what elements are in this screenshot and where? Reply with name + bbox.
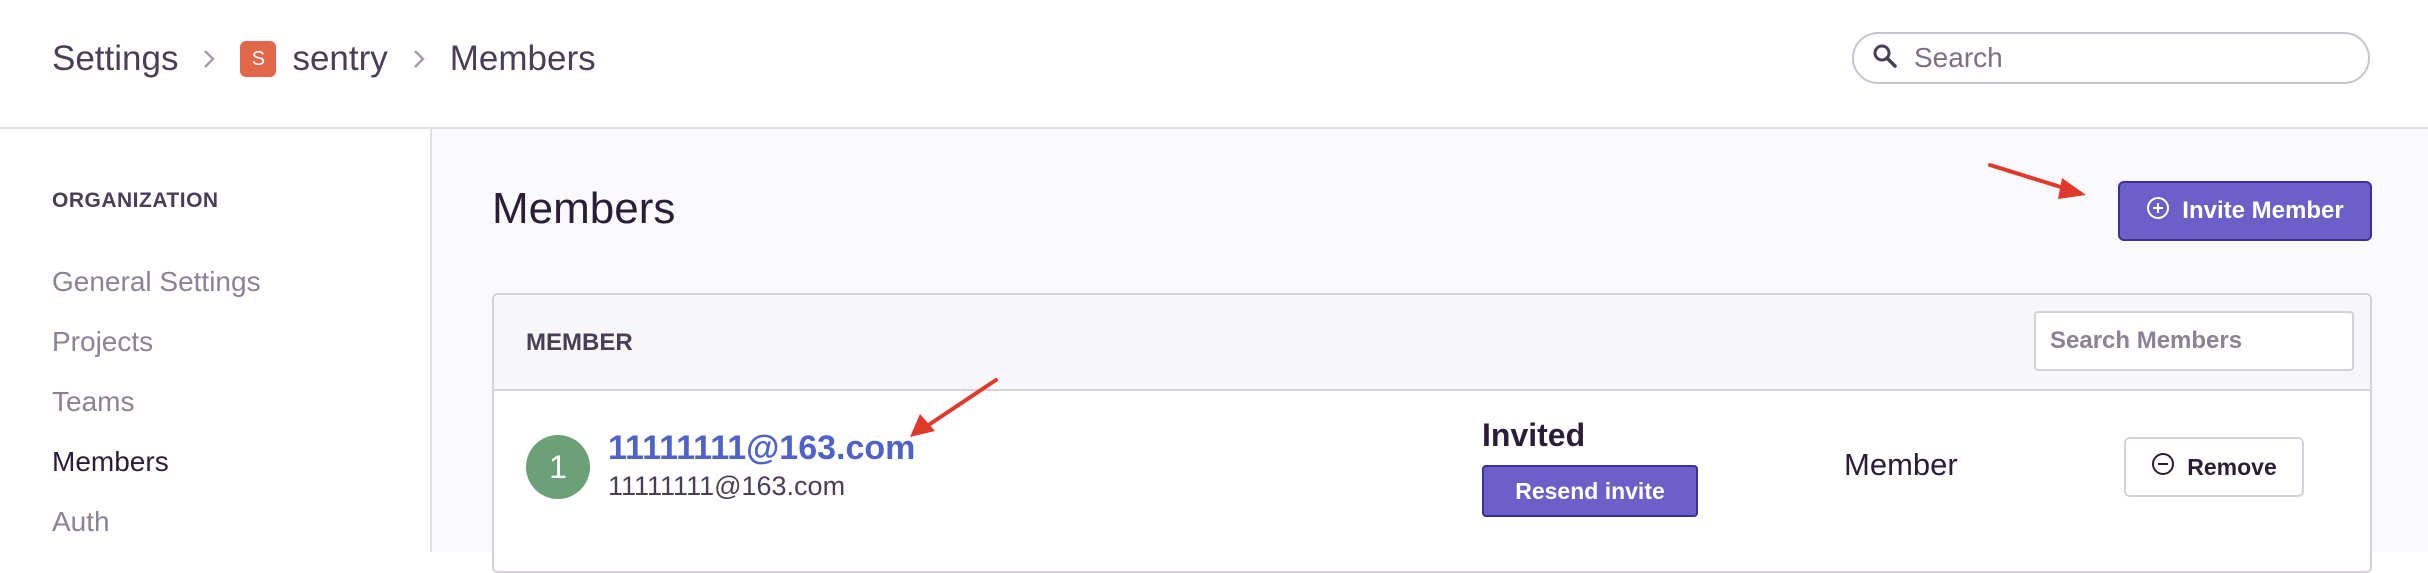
members-panel: MEMBER 1 11111111@163.com 11111111@163.c…	[492, 293, 2372, 573]
breadcrumb-settings[interactable]: Settings	[52, 39, 178, 79]
org-avatar: S	[240, 41, 277, 77]
breadcrumb-members: Members	[449, 39, 596, 78]
member-role: Member	[1844, 447, 1958, 482]
sidebar-item-projects[interactable]: Projects	[52, 326, 153, 358]
chevron-right-icon	[198, 48, 220, 70]
invite-member-label: Invite Member	[2182, 197, 2344, 224]
sidebar-item-members[interactable]: Members	[52, 446, 169, 478]
chevron-right-icon	[408, 48, 430, 70]
member-name-link[interactable]: 11111111@163.com	[608, 429, 915, 468]
main-content: Members Invite Member MEMBER 1 11111111@…	[432, 129, 2428, 573]
search-icon	[1872, 43, 1898, 74]
breadcrumb: Settings S sentry Members	[52, 34, 596, 84]
breadcrumb-org[interactable]: sentry	[292, 39, 387, 79]
global-search[interactable]	[1852, 32, 2370, 84]
plus-circle-icon	[2146, 196, 2170, 227]
resend-invite-button[interactable]: Resend invite	[1482, 465, 1698, 517]
member-email: 11111111@163.com	[608, 471, 846, 501]
settings-sidebar: ORGANIZATION General Settings Projects T…	[0, 129, 432, 552]
search-members-input[interactable]	[2034, 311, 2354, 371]
sidebar-item-general-settings[interactable]: General Settings	[52, 266, 261, 298]
sidebar-item-auth[interactable]: Auth	[52, 506, 110, 538]
top-header: Settings S sentry Members	[0, 0, 2428, 129]
members-panel-header: MEMBER	[494, 295, 2370, 391]
sidebar-heading: ORGANIZATION	[52, 189, 219, 212]
search-input[interactable]	[1912, 41, 2336, 75]
member-row: 1 11111111@163.com 11111111@163.com Invi…	[494, 391, 2370, 551]
member-column-header: MEMBER	[526, 329, 633, 356]
sidebar-item-teams[interactable]: Teams	[52, 386, 134, 418]
remove-member-button[interactable]: Remove	[2124, 437, 2304, 497]
status-invited: Invited	[1482, 417, 1586, 453]
page-title: Members	[492, 184, 676, 233]
invite-member-button[interactable]: Invite Member	[2118, 181, 2372, 241]
remove-label: Remove	[2187, 453, 2277, 480]
avatar: 1	[526, 435, 590, 499]
minus-circle-icon	[2151, 452, 2175, 482]
